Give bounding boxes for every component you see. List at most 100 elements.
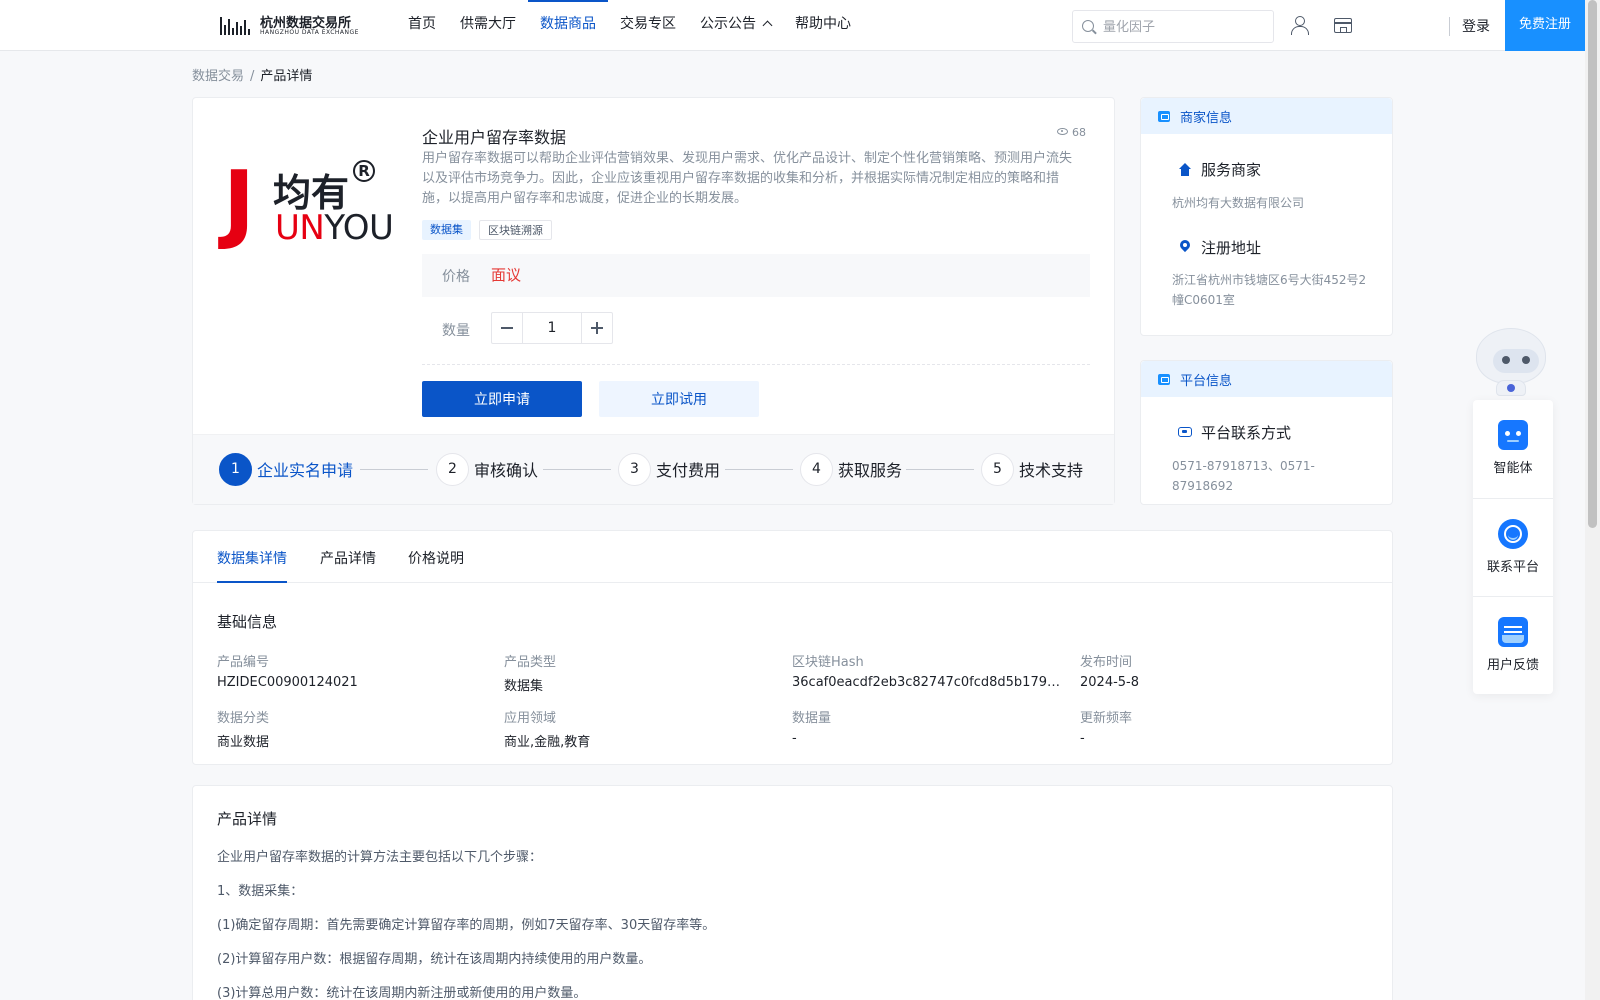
user-icon[interactable] [1290,16,1309,35]
detail-paragraph: 1、数据采集： [217,884,304,899]
header-divider [1449,17,1450,36]
breadcrumb-parent[interactable]: 数据交易 [192,69,244,84]
decrement-button[interactable] [492,313,523,343]
quantity-value[interactable]: 1 [523,313,581,343]
tab-price-info[interactable]: 价格说明 [408,548,464,583]
try-now-button[interactable]: 立即试用 [599,381,759,417]
dashed-divider [422,364,1090,365]
breadcrumb: 数据交易 / 产品详情 [192,65,312,84]
nav-supply-demand[interactable]: 供需大厅 [448,0,528,51]
product-detail-card: 产品详情 企业用户留存率数据的计算方法主要包括以下几个步骤： 1、数据采集： (… [192,785,1393,1000]
nav-home[interactable]: 首页 [396,0,448,51]
register-button[interactable]: 免费注册 [1505,0,1585,51]
logo-subtitle: HANGZHOU DATA EXCHANGE [260,29,359,36]
field-label: 更新频率 [1080,711,1133,726]
nav-help-center[interactable]: 帮助中心 [783,0,863,51]
search-box[interactable] [1072,10,1274,43]
main-nav: 首页 供需大厅 数据商品 交易专区 公示公告 帮助中心 [396,0,863,51]
page-scrollbar-thumb[interactable] [1588,0,1597,528]
product-logo: J 均有 R UNYOU [223,156,394,251]
product-title: 企业用户留存率数据 [422,128,567,147]
float-agent-label: 智能体 [1493,461,1533,476]
detail-paragraph: (3)计算总用户数：统计在该周期内新注册或新使用的用户数量。 [217,986,587,1000]
platform-contact-value: 0571-87918713、0571-87918692 [1172,459,1315,493]
platform-info-header: 平台信息 [1141,361,1392,397]
float-feedback[interactable]: 用户反馈 [1473,596,1553,693]
step-number: 4 [800,452,833,486]
step-label: 支付费用 [656,461,721,480]
tab-dataset-detail[interactable]: 数据集详情 [217,548,287,583]
field-value: 商业数据 [217,735,270,750]
monitor-icon [1158,374,1170,385]
top-header: 杭州数据交易所 HANGZHOU DATA EXCHANGE 首页 供需大厅 数… [0,0,1585,51]
robot-icon [1498,420,1528,450]
dataset-info-card: 数据集详情 产品详情 价格说明 基础信息 产品编号 HZIDEC00900124… [192,530,1393,765]
headset-icon [1498,519,1528,549]
platform-info-card: 平台信息 平台联系方式 0571-87918713、0571-87918692 [1140,360,1393,505]
step-connector [360,469,428,470]
field-label: 发布时间 [1080,655,1133,670]
platform-contact-label: 平台联系方式 [1201,424,1292,442]
store-icon[interactable] [1334,18,1352,33]
detail-tabs: 数据集详情 产品详情 价格说明 [193,531,1392,583]
detail-paragraph: (2)计算留存用户数：根据留存周期，统计在该周期内持续使用的用户数量。 [217,952,652,967]
login-link[interactable]: 登录 [1462,16,1490,36]
basic-info-title: 基础信息 [217,613,278,631]
service-merchant-value: 杭州均有大数据有限公司 [1172,196,1305,210]
field-label: 产品编号 [217,655,270,670]
registered-mark-icon: R [353,160,375,182]
service-merchant-label: 服务商家 [1201,161,1262,179]
field-label: 产品类型 [504,655,557,670]
float-contact[interactable]: 联系平台 [1473,498,1553,595]
step-connector [906,469,974,470]
nav-announcements[interactable]: 公示公告 [688,0,783,51]
step-number: 2 [436,452,469,486]
home-icon [1178,163,1192,177]
price-label: 价格 [442,269,470,285]
step-2: 2 审核确认 [436,452,538,486]
field-label: 区块链Hash [792,655,864,670]
step-number: 1 [219,452,252,486]
nav-trading-zone[interactable]: 交易专区 [608,0,688,51]
field-label: 数据分类 [217,711,270,726]
product-detail-title: 产品详情 [217,810,278,828]
search-input[interactable] [1103,17,1268,37]
registered-address-label: 注册地址 [1201,239,1262,257]
apply-now-button[interactable]: 立即申请 [422,381,582,417]
nav-data-products[interactable]: 数据商品 [528,0,608,51]
site-logo[interactable]: 杭州数据交易所 HANGZHOU DATA EXCHANGE [220,12,360,38]
field-data-volume: 数据量 - [792,707,1062,746]
field-blockchain-hash: 区块链Hash 36caf0eacdf2eb3c82747c0fcd8d5b17… [792,651,1062,690]
search-icon [1082,20,1094,32]
feedback-icon [1498,617,1528,647]
field-value: 36caf0eacdf2eb3c82747c0fcd8d5b1796d... [792,675,1062,690]
tab-product-detail[interactable]: 产品详情 [320,548,376,583]
process-steps: 1 企业实名申请 2 审核确认 3 支付费用 4 获取服务 5 技术支持 [193,434,1114,504]
step-1: 1 企业实名申请 [219,452,353,486]
tag-blockchain: 区块链溯源 [479,220,552,240]
breadcrumb-current: 产品详情 [260,69,313,84]
float-feedback-label: 用户反馈 [1486,658,1539,673]
field-application-domain: 应用领域 商业,金融,教育 [504,707,774,750]
logo-bars-icon [220,13,254,37]
assistant-robot-icon[interactable] [1472,324,1552,400]
float-agent[interactable]: 智能体 [1473,400,1553,497]
detail-paragraph: 企业用户留存率数据的计算方法主要包括以下几个步骤： [217,850,543,865]
quantity-stepper: 1 [491,312,613,344]
field-value: 商业,金融,教育 [504,735,591,750]
product-card: J 均有 R UNYOU 企业用户留存率数据 68 用户留存率数据可以帮助企业评… [192,97,1115,505]
increment-button[interactable] [581,313,612,343]
step-5: 5 技术支持 [981,452,1083,486]
merchant-info-title: 商家信息 [1180,111,1233,126]
step-label: 审核确认 [474,461,539,480]
chevron-up-icon [762,20,773,31]
price-value: 面议 [491,266,522,284]
field-value: 2024-5-8 [1080,675,1140,690]
quantity-label: 数量 [442,323,470,339]
price-row: 价格 面议 [422,254,1090,297]
field-value: 数据集 [504,679,544,694]
location-pin-icon [1178,240,1192,254]
field-value: - [792,731,797,746]
floating-service-panel: 智能体 联系平台 用户反馈 [1473,400,1553,694]
step-3: 3 支付费用 [618,452,720,486]
